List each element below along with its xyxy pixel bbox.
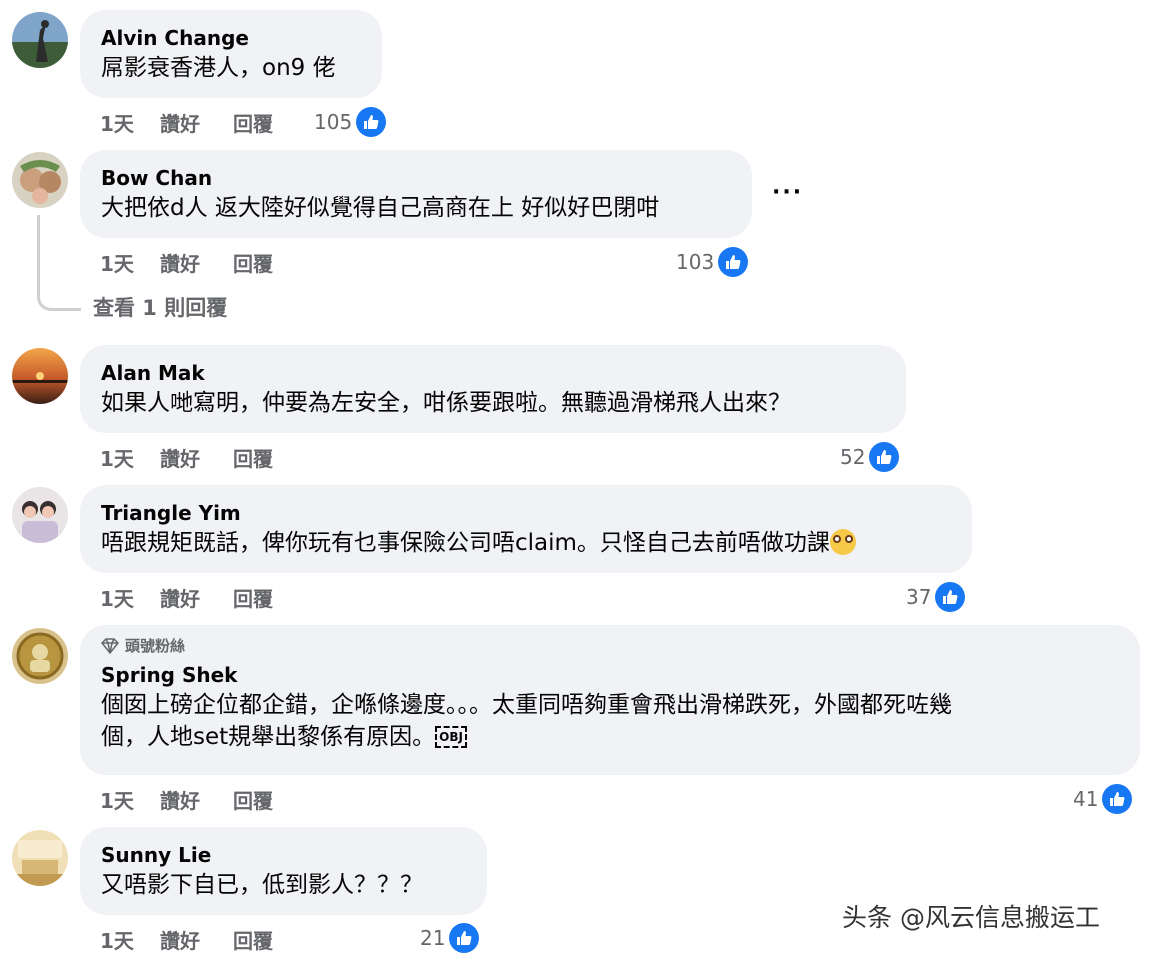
thumbs-up-icon: [869, 442, 900, 472]
comment-bubble: Bow Chan 大把依d人 返大陸好似覺得自己高商在上 好似好巴閉咁: [80, 150, 752, 238]
reaction-summary[interactable]: 41: [1073, 783, 1133, 815]
avatar[interactable]: [12, 348, 68, 404]
reply-button[interactable]: 回覆: [233, 925, 293, 954]
reply-button[interactable]: 回覆: [233, 583, 293, 612]
reaction-summary[interactable]: 103: [676, 246, 749, 278]
avatar[interactable]: [12, 12, 68, 68]
comment-text: 又唔影下自已，低到影人？？？: [101, 872, 423, 898]
comment-author[interactable]: Bow Chan: [101, 164, 730, 192]
like-button[interactable]: 讚好: [160, 248, 233, 277]
comment-bubble: Alvin Change 屌影衰香港人，on9 佬: [80, 10, 382, 98]
thumbs-up-icon: [1102, 784, 1133, 814]
thumbs-up-icon: [935, 582, 966, 612]
comment-actions: 1天 讚好 回覆: [100, 924, 293, 954]
comment-author[interactable]: Spring Shek: [101, 661, 1118, 689]
avatar[interactable]: [12, 152, 68, 208]
comment-actions: 1天 讚好 回覆: [100, 784, 293, 814]
comment-actions: 1天 讚好 回覆: [100, 107, 293, 137]
comment-bubble: Alan Mak 如果人哋寫明，仲要為左安全，咁係要跟啦。無聽過滑梯飛人出來？: [80, 345, 906, 433]
like-button[interactable]: 讚好: [160, 925, 233, 954]
reaction-summary[interactable]: 37: [906, 581, 966, 613]
comment-bubble: Triangle Yim 唔跟規矩既話，俾你玩有乜事保險公司唔claim。只怪自…: [80, 485, 972, 573]
like-button[interactable]: 讚好: [160, 785, 233, 814]
comment-bubble: 頭號粉絲 Spring Shek 個囡上磅企位都企錯，企喺條邊度。。。太重同唔夠…: [80, 625, 1140, 775]
view-replies-link[interactable]: 查看 1 則回覆: [93, 292, 227, 322]
comment-text: 大把依d人 返大陸好似覺得自己高商在上 好似好巴閉咁: [101, 195, 660, 221]
reaction-count: 52: [840, 445, 866, 469]
avatar[interactable]: [12, 830, 68, 886]
comment-text-line: 個，人地set規舉出黎係有原因。: [101, 724, 436, 750]
avatar[interactable]: [12, 487, 68, 543]
like-button[interactable]: 讚好: [160, 583, 233, 612]
thumbs-up-icon: [449, 923, 480, 953]
like-button[interactable]: 讚好: [160, 108, 233, 137]
comment-author[interactable]: Sunny Lie: [101, 841, 465, 869]
comment-actions: 1天 讚好 回覆: [100, 582, 293, 612]
reaction-count: 37: [906, 585, 932, 609]
comment-text: 如果人哋寫明，仲要為左安全，咁係要跟啦。無聽過滑梯飛人出來？: [101, 390, 791, 416]
comment-time[interactable]: 1天: [100, 248, 160, 277]
reaction-count: 41: [1073, 787, 1099, 811]
avatar[interactable]: [12, 628, 68, 684]
reply-button[interactable]: 回覆: [233, 443, 293, 472]
thumbs-up-icon: [718, 247, 749, 277]
reaction-summary[interactable]: 105: [314, 106, 387, 138]
reply-button[interactable]: 回覆: [233, 785, 293, 814]
comment-text-content: 唔跟規矩既話，俾你玩有乜事保險公司唔claim。只怪自己去前唔做功課: [101, 530, 830, 556]
comment-time[interactable]: 1天: [100, 443, 160, 472]
comment-time[interactable]: 1天: [100, 925, 160, 954]
watermark: 头条 @风云信息搬运工: [842, 903, 1100, 932]
reaction-count: 103: [676, 250, 715, 274]
object-replacement-icon: OBJ: [435, 726, 467, 748]
comment-time[interactable]: 1天: [100, 583, 160, 612]
reply-button[interactable]: 回覆: [233, 108, 293, 137]
comment-text: 屌影衰香港人，on9 佬: [101, 55, 336, 81]
reaction-count: 21: [420, 926, 446, 950]
dizzy-face-emoji-icon: [829, 529, 856, 555]
comment-text: 唔跟規矩既話，俾你玩有乜事保險公司唔claim。只怪自己去前唔做功課: [101, 527, 950, 559]
top-fan-label: 頭號粉絲: [125, 637, 186, 655]
more-options-icon[interactable]: ···: [772, 180, 803, 205]
thread-line: [37, 215, 81, 311]
thumbs-up-icon: [356, 107, 387, 137]
like-button[interactable]: 讚好: [160, 443, 233, 472]
comment-time[interactable]: 1天: [100, 785, 160, 814]
comment-actions: 1天 讚好 回覆: [100, 247, 293, 277]
reply-button[interactable]: 回覆: [233, 248, 293, 277]
comment-time[interactable]: 1天: [100, 108, 160, 137]
reaction-summary[interactable]: 21: [420, 922, 480, 954]
comment-actions: 1天 讚好 回覆: [100, 442, 293, 472]
comment-author[interactable]: Alan Mak: [101, 359, 884, 387]
comment-bubble: Sunny Lie 又唔影下自已，低到影人？？？: [80, 827, 487, 915]
comment-author[interactable]: Alvin Change: [101, 24, 360, 52]
reaction-summary[interactable]: 52: [840, 441, 900, 473]
comment-text-line: 個囡上磅企位都企錯，企喺條邊度。。。太重同唔夠重會飛出滑梯跌死，外國都死咗幾: [101, 692, 952, 718]
comment-author[interactable]: Triangle Yim: [101, 499, 950, 527]
top-fan-badge: 頭號粉絲: [101, 635, 1118, 657]
comment-text: 個，人地set規舉出黎係有原因。 OBJ: [101, 721, 1118, 753]
reaction-count: 105: [314, 110, 353, 134]
diamond-icon: [101, 638, 119, 654]
